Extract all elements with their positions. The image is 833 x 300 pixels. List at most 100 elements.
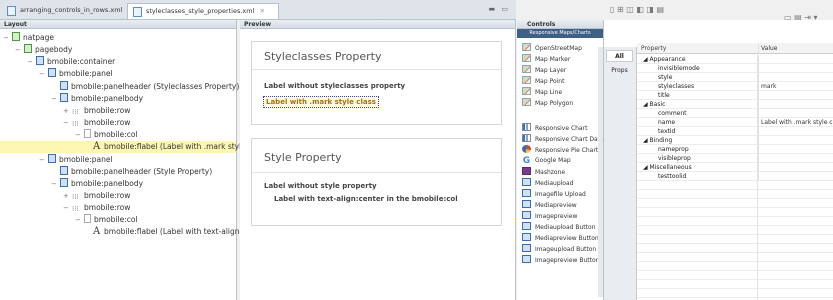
tree-node-row[interactable]: + ⁞⁞⁞ bmobile:row xyxy=(63,105,130,117)
tree-node-col[interactable]: − bmobile:col xyxy=(75,129,138,141)
control-responsive-chart[interactable]: Responsive Chart xyxy=(522,123,587,133)
control-map-polygon[interactable]: Map Polygon xyxy=(522,98,573,108)
collapse-toggle-icon[interactable]: − xyxy=(63,117,72,129)
property-row[interactable]: title xyxy=(637,91,833,100)
properties-tabs: All Props xyxy=(604,47,637,300)
tree-node-panelbody[interactable]: − bmobile:panelbody xyxy=(51,93,143,105)
row-icon: ⁞⁞⁞ xyxy=(72,193,79,201)
control-openstreetmap[interactable]: OpenStreetMap xyxy=(522,43,582,53)
tree-node-pagebody[interactable]: − pagebody xyxy=(15,44,72,56)
collapse-toggle-icon[interactable]: − xyxy=(75,129,84,141)
tree-node-panel[interactable]: − bmobile:panel xyxy=(39,68,113,80)
property-row[interactable]: styleclasses mark xyxy=(637,82,833,91)
preview-label-centered[interactable]: Label with text-align:center in the bmob… xyxy=(274,195,458,203)
editor-tab-arranging[interactable]: arranging_controls_in_rows.xml xyxy=(2,3,125,19)
control-icon xyxy=(522,222,531,230)
map-icon xyxy=(522,54,531,62)
expand-toggle-icon[interactable]: + xyxy=(63,105,72,117)
collapse-toggle-icon[interactable]: − xyxy=(63,202,72,214)
control-icon xyxy=(522,200,531,208)
property-row[interactable]: visibleprop xyxy=(637,154,833,163)
property-row[interactable]: nameprop xyxy=(637,145,833,154)
preview-label-plain[interactable]: Label without style property xyxy=(264,182,377,190)
property-row[interactable]: ◢ Basic xyxy=(637,100,833,109)
property-row-empty xyxy=(637,181,833,190)
pagebody-icon xyxy=(24,44,32,53)
collapse-toggle-icon[interactable]: − xyxy=(15,44,24,56)
control-imagepreview[interactable]: Imagepreview xyxy=(522,211,577,221)
tree-node-row[interactable]: − ⁞⁞⁞ bmobile:row xyxy=(63,117,130,129)
map-icon xyxy=(522,98,531,106)
property-row[interactable]: textid xyxy=(637,127,833,136)
xml-file-icon xyxy=(7,6,16,16)
collapse-toggle-icon[interactable]: − xyxy=(75,214,84,226)
tree-node-row[interactable]: − ⁞⁞⁞ bmobile:row xyxy=(63,202,130,214)
property-row[interactable]: ◢ Appearance xyxy=(637,55,833,64)
tree-node-flabel-selected[interactable]: Abmobile:flabel (Label with .mark style … xyxy=(0,141,270,153)
property-row-empty xyxy=(637,235,833,244)
property-row[interactable]: ◢ Binding xyxy=(637,136,833,145)
tree-node-col[interactable]: − bmobile:col xyxy=(75,214,138,226)
control-mashzone[interactable]: Mashzone xyxy=(522,167,565,177)
property-row[interactable]: invisiblemode xyxy=(637,64,833,73)
control-google-map[interactable]: G Google Map xyxy=(522,156,571,166)
collapse-toggle-icon[interactable]: − xyxy=(51,93,60,105)
tree-node-natpage[interactable]: − natpage xyxy=(3,32,54,44)
property-row-empty xyxy=(637,226,833,235)
map-icon xyxy=(522,76,531,84)
control-imageupload-button[interactable]: Imageupload Button xyxy=(522,244,596,254)
control-imagefile-upload[interactable]: Imagefile Upload xyxy=(522,189,586,199)
controls-panel: Controls Responsive Maps/Charts OpenStre… xyxy=(517,20,604,300)
collapse-toggle-icon[interactable]: − xyxy=(39,154,48,166)
control-map-point[interactable]: Map Point xyxy=(522,76,564,86)
control-icon xyxy=(522,255,531,263)
preview-label-plain[interactable]: Label without styleclasses property xyxy=(264,82,405,90)
expand-toggle-icon[interactable]: + xyxy=(63,190,72,202)
property-row-empty xyxy=(637,217,833,226)
editor-window-controls[interactable]: ▬ ▭ xyxy=(489,5,510,13)
tree-node-panel[interactable]: − bmobile:panel xyxy=(39,154,113,166)
properties-grid: Property Value ◢ Appearance invisiblemod… xyxy=(637,43,833,300)
panel-icon xyxy=(48,68,56,77)
controls-category[interactable]: Responsive Maps/Charts xyxy=(517,29,603,38)
control-mediapreview-button[interactable]: Mediapreview Button xyxy=(522,233,599,243)
collapse-toggle-icon[interactable]: − xyxy=(51,178,60,190)
control-map-line[interactable]: Map Line xyxy=(522,87,562,97)
control-mediaupload[interactable]: Mediaupload xyxy=(522,178,573,188)
preview-header: Preview xyxy=(240,20,515,29)
property-row[interactable]: comment xyxy=(637,109,833,118)
collapse-toggle-icon[interactable]: − xyxy=(3,32,12,44)
collapse-toggle-icon[interactable]: − xyxy=(27,56,36,68)
tree-node-panelheader[interactable]: bmobile:panelheader (Style Property) xyxy=(51,166,212,178)
property-row-empty xyxy=(637,271,833,280)
tree-node-container[interactable]: − bmobile:container xyxy=(27,56,115,68)
property-row[interactable]: testtoolid xyxy=(637,172,833,181)
property-row[interactable]: ◢ Miscellaneous xyxy=(637,163,833,172)
control-mediapreview[interactable]: Mediapreview xyxy=(522,200,577,210)
control-map-marker[interactable]: Map Marker xyxy=(522,54,570,64)
panel-icon xyxy=(48,154,56,163)
property-row[interactable]: nameLabel with .mark style class xyxy=(637,118,833,127)
preview-label-mark[interactable]: Label with .mark style class xyxy=(263,96,379,108)
tree-node-panelbody[interactable]: − bmobile:panelbody xyxy=(51,178,143,190)
control-map-layer[interactable]: Map Layer xyxy=(522,65,566,75)
tree-node-row[interactable]: + ⁞⁞⁞ bmobile:row xyxy=(63,190,130,202)
toolbar-icons[interactable]: ▯ ⊞ ◫ ◧ ◨ ▤ xyxy=(610,5,664,14)
tab-all[interactable]: All xyxy=(606,50,633,62)
editor-tab-styleclasses[interactable]: styleclasses_style_properties.xml ✕ xyxy=(127,3,279,19)
property-row[interactable]: style xyxy=(637,73,833,82)
control-mediaupload-button[interactable]: Mediaupload Button xyxy=(522,222,595,232)
map-icon xyxy=(522,87,531,95)
control-imagepreview-button[interactable]: Imagepreview Button xyxy=(522,255,599,265)
chart-icon xyxy=(522,134,531,142)
map-icon xyxy=(522,43,531,51)
collapse-toggle-icon[interactable]: − xyxy=(39,68,48,80)
tab-props[interactable]: Props xyxy=(606,65,633,77)
tree-node-panelheader[interactable]: bmobile:panelheader (Styleclasses Proper… xyxy=(51,81,239,93)
control-icon xyxy=(522,178,531,186)
property-row-empty xyxy=(637,208,833,217)
control-responsive-chart-data[interactable]: Responsive Chart Data xyxy=(522,134,604,144)
controls-scrollbar[interactable] xyxy=(598,47,603,297)
close-tab-icon[interactable]: ✕ xyxy=(260,7,265,15)
control-responsive-pie-chart[interactable]: Responsive Pie Chart xyxy=(522,145,598,155)
